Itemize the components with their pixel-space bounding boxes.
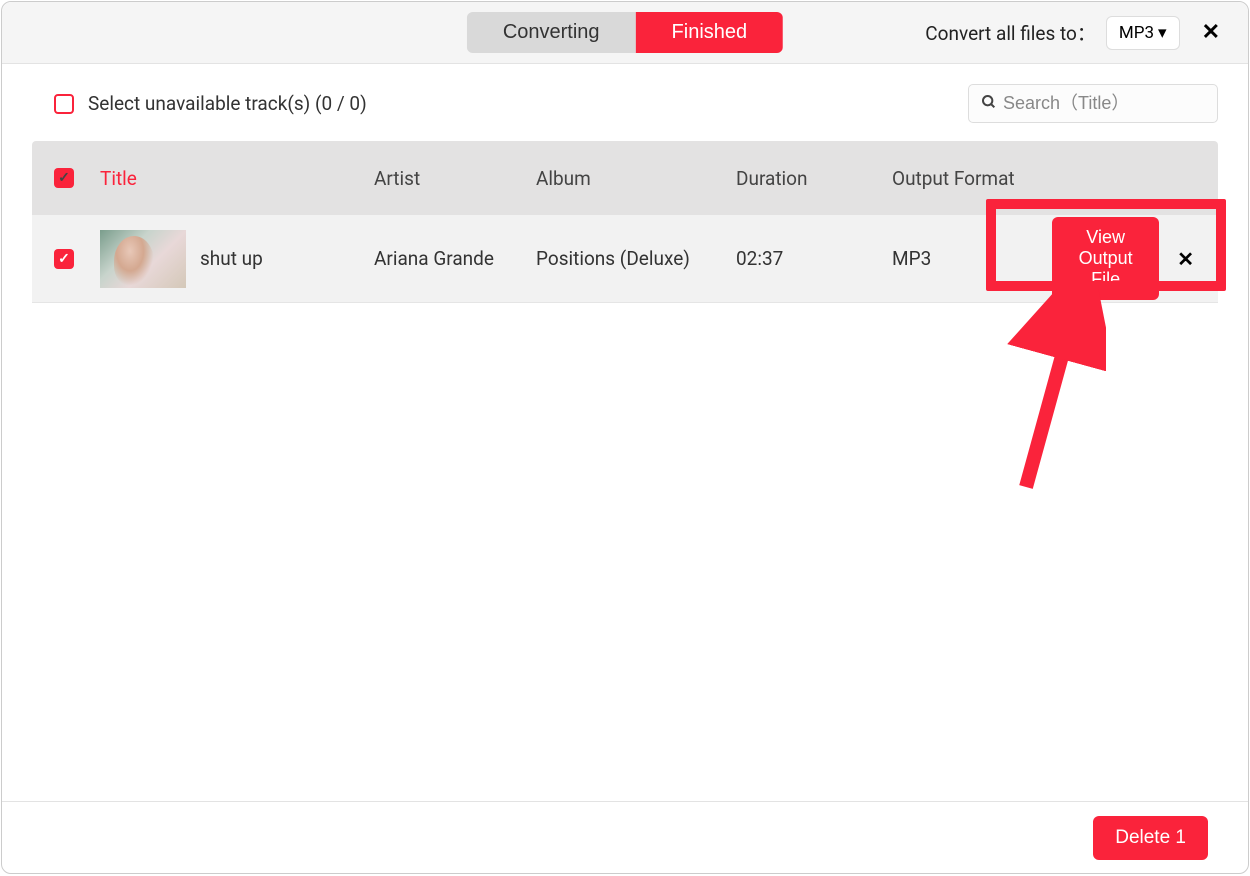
- track-album: Positions (Deluxe): [536, 247, 736, 270]
- convert-all-label: Convert all files to：: [925, 19, 1096, 46]
- track-title: shut up: [200, 247, 263, 270]
- tab-group: Converting Finished: [467, 12, 783, 53]
- tab-finished[interactable]: Finished: [636, 12, 784, 53]
- column-title[interactable]: Title: [100, 167, 374, 190]
- remove-row-icon[interactable]: ✕: [1171, 245, 1200, 273]
- tab-converting[interactable]: Converting: [467, 12, 636, 53]
- row-checkbox[interactable]: ✓: [54, 249, 74, 269]
- table-header: ✓ Title Artist Album Duration Output For…: [32, 141, 1218, 215]
- select-unavailable-checkbox[interactable]: [54, 94, 74, 114]
- select-unavailable-label: Select unavailable track(s) (0 / 0): [88, 92, 367, 115]
- toolbar-row: Select unavailable track(s) (0 / 0): [2, 64, 1248, 141]
- search-input[interactable]: [1003, 93, 1235, 114]
- column-album[interactable]: Album: [536, 167, 736, 190]
- delete-button[interactable]: Delete 1: [1093, 816, 1208, 860]
- track-artist: Ariana Grande: [374, 247, 536, 270]
- bottom-bar: Delete 1: [2, 801, 1248, 873]
- annotation-arrow-icon: [1006, 287, 1106, 497]
- column-output-format[interactable]: Output Format: [892, 167, 1052, 190]
- select-all-checkbox[interactable]: ✓: [54, 168, 74, 188]
- album-art-thumbnail: [100, 230, 186, 288]
- tracks-table: ✓ Title Artist Album Duration Output For…: [2, 141, 1248, 303]
- close-icon[interactable]: ✕: [1198, 16, 1224, 49]
- format-select-value: MP3: [1119, 23, 1154, 43]
- search-box[interactable]: [968, 84, 1218, 123]
- track-format: MP3: [892, 247, 1052, 270]
- convert-all-group: Convert all files to： MP3 ▾ ✕: [925, 16, 1224, 50]
- format-select[interactable]: MP3 ▾: [1106, 16, 1180, 50]
- top-bar: Converting Finished Convert all files to…: [2, 2, 1248, 64]
- search-icon: [981, 94, 997, 114]
- column-duration[interactable]: Duration: [736, 167, 892, 190]
- converter-window: Converting Finished Convert all files to…: [1, 1, 1249, 874]
- column-artist[interactable]: Artist: [374, 167, 536, 190]
- chevron-down-icon: ▾: [1158, 23, 1167, 43]
- view-output-file-button[interactable]: View Output File: [1052, 217, 1159, 300]
- track-duration: 02:37: [736, 247, 892, 270]
- table-row: ✓ shut up Ariana Grande Positions (Delux…: [32, 215, 1218, 303]
